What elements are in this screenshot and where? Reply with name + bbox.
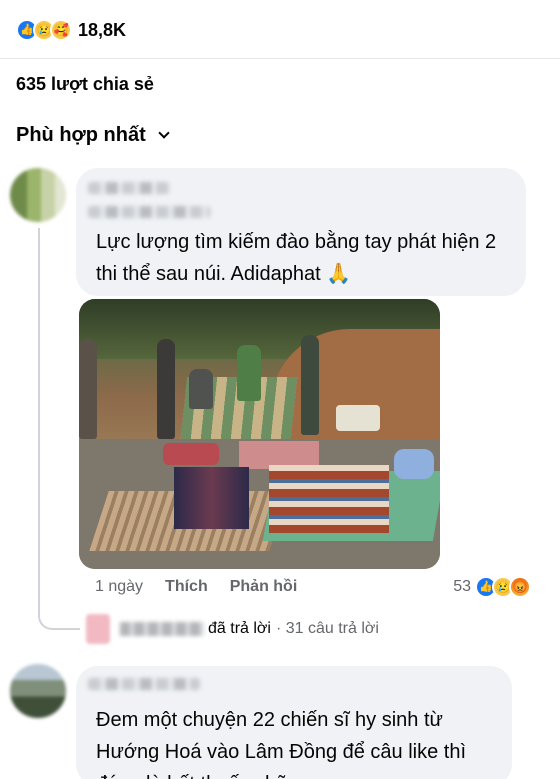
- reply-button[interactable]: Phản hồi: [230, 578, 298, 596]
- reactions-summary[interactable]: 👍 😢 🥰 18,8K: [16, 16, 126, 44]
- sort-label: Phù hợp nhất: [16, 124, 146, 146]
- comment-actions: 1 ngày Thích Phản hồi 53 👍 😢 😡: [95, 576, 545, 598]
- commenter-name[interactable]: [88, 678, 200, 690]
- divider: [0, 58, 560, 59]
- comment-reaction-count[interactable]: 53: [453, 578, 471, 596]
- reaction-count: 18,8K: [78, 19, 127, 40]
- avatar[interactable]: [10, 168, 66, 222]
- replier-name: [120, 622, 204, 636]
- reply-count: · 31 câu trả lời: [275, 620, 379, 637]
- comment-sort-dropdown[interactable]: Phù hợp nhất: [16, 124, 170, 147]
- thread-connector: [38, 600, 80, 630]
- commenter-subtitle: [88, 206, 210, 218]
- view-replies-link[interactable]: đã trả lời · 31 câu trả lời: [86, 614, 379, 644]
- comment-bubble: Lực lượng tìm kiếm đào bằng tay phát hiệ…: [76, 168, 526, 296]
- comment-photo[interactable]: [79, 299, 440, 569]
- chevron-down-icon: [158, 127, 170, 139]
- like-button[interactable]: Thích: [165, 578, 208, 596]
- comment-bubble: Đem một chuyện 22 chiến sĩ hy sinh từ Hư…: [76, 666, 512, 779]
- comment-text: Lực lượng tìm kiếm đào bằng tay phát hiệ…: [96, 231, 497, 285]
- commenter-name[interactable]: [88, 182, 170, 194]
- avatar[interactable]: [10, 664, 66, 718]
- avatar: [86, 614, 110, 644]
- care-icon: 🥰: [50, 19, 72, 41]
- comment-text: Đem một chuyện 22 chiến sĩ hy sinh từ Hư…: [96, 709, 467, 779]
- share-count[interactable]: 635 lượt chia sẻ: [16, 74, 154, 95]
- thread-line: [38, 228, 40, 612]
- angry-icon: 😡: [509, 576, 531, 598]
- comment-reactions[interactable]: 👍 😢 😡: [475, 576, 531, 598]
- comment-timestamp[interactable]: 1 ngày: [95, 578, 143, 596]
- reply-action-text: đã trả lời: [208, 620, 271, 637]
